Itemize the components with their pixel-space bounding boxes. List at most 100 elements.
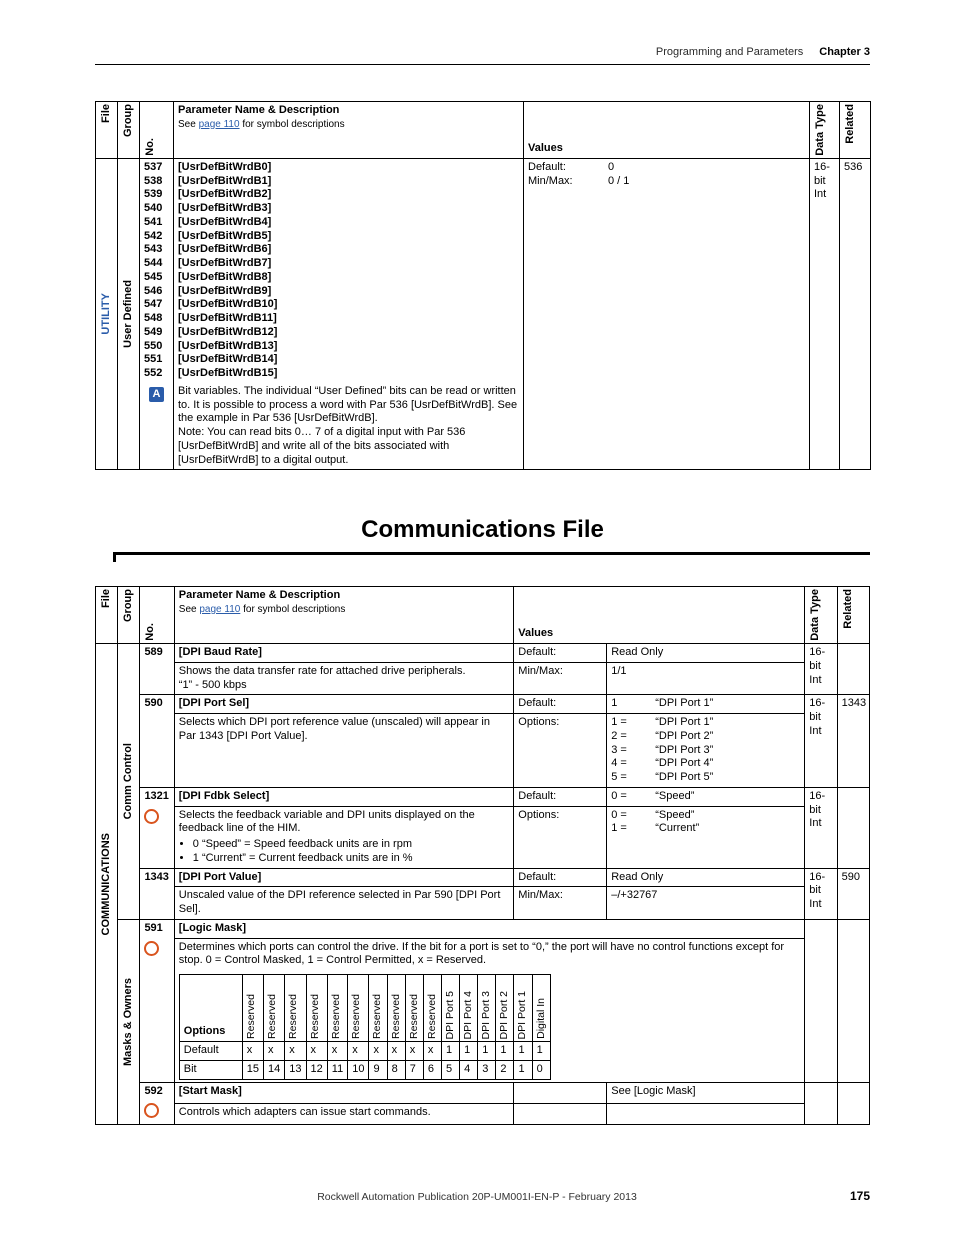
value-label: Default: [514,695,607,714]
param-related: 1343 [837,695,869,788]
param-no: 592 [140,1082,174,1125]
header-section: Programming and Parameters [656,46,803,58]
param-desc: Selects which DPI port reference value (… [174,714,514,788]
value: –/+32767 [607,887,805,920]
footer-publication: Rockwell Automation Publication 20P-UM00… [0,1191,954,1203]
table-row: 590 [DPI Port Sel] Default: 1“DPI Port 1… [96,695,870,714]
section-title: Communications File [95,516,870,544]
table-row: Determines which ports can control the d… [96,938,870,1082]
col-values: Values [514,587,805,644]
flag-o-icon [144,941,159,956]
table-row: COMMUNICATIONS Comm Control 589 [DPI Bau… [96,644,870,663]
param-datatype: 16-bit Int [805,787,837,868]
running-header: Programming and Parameters Chapter 3 [95,46,870,58]
table-row: 1343 [DPI Port Value] Default: Read Only… [96,868,870,887]
col-no: No. [140,102,174,159]
param-name: [DPI Baud Rate] [174,644,514,663]
col-values: Values [524,102,810,159]
col-file: File [96,587,118,644]
bits-table: Options ReservedReserved ReservedReserve… [179,974,551,1080]
table-row: UTILITY User Defined 537538539540 541542… [96,158,871,470]
param-desc: Controls which adapters can issue start … [174,1103,514,1124]
param-values: Default:0 Min/Max:0 / 1 [524,158,810,470]
table-row: Selects the feedback variable and DPI un… [96,806,870,868]
col-related: Related [840,102,871,159]
param-no: 1321 [140,787,174,868]
param-related [837,787,869,868]
param-desc: Determines which ports can control the d… [174,938,805,1082]
col-datatype: Data Type [805,587,837,644]
col-no: No. [140,587,174,644]
section-rule [95,552,870,562]
table-row: Masks & Owners 591 [Logic Mask] [96,919,870,938]
param-datatype: 16-bit Int [805,868,837,919]
file-label: UTILITY [100,293,114,335]
param-numbers: 537538539540 541542543544 545546547548 5… [140,158,174,470]
param-desc: Selects the feedback variable and DPI un… [174,806,514,868]
utility-table: File Group No. Parameter Name & Descript… [95,101,871,470]
value-label: Options: [514,714,607,788]
param-datatype: 16-bit Int [805,644,837,695]
value-label: Default: [514,644,607,663]
param-desc: Unscaled value of the DPI reference sele… [174,887,514,920]
value: Read Only [607,868,805,887]
param-name: [Logic Mask] [174,919,805,938]
param-datatype: 16-bit Int [805,695,837,788]
table-row: Controls which adapters can issue start … [96,1103,870,1124]
param-datatype [805,919,837,1082]
col-desc: Parameter Name & Description See page 11… [174,587,514,644]
param-name: [DPI Port Sel] [174,695,514,714]
param-related [837,1082,869,1125]
param-desc: [UsrDefBitWrdB0][UsrDefBitWrdB1][UsrDefB… [174,158,524,470]
value: 1 =“DPI Port 1” 2 =“DPI Port 2” 3 =“DPI … [607,714,805,788]
param-name: [DPI Fdbk Select] [174,787,514,806]
flag-a-icon: A [149,387,164,402]
header-chapter: Chapter 3 [819,46,870,58]
col-file: File [96,102,118,159]
value: 1“DPI Port 1” [607,695,805,714]
value: Read Only [607,644,805,663]
value: 0 =“Speed” [607,787,805,806]
value-label: Default: [514,787,607,806]
group-label: Masks & Owners [122,978,136,1066]
col-desc: Parameter Name & Description See page 11… [174,102,524,159]
param-name: [Start Mask] [174,1082,514,1103]
param-datatype: 16-bit Int [810,158,840,470]
file-label: COMMUNICATIONS [100,833,114,935]
param-related: 590 [837,868,869,919]
param-no: 589 [140,644,174,695]
value: 1/1 [607,662,805,695]
value-label: Default: [514,868,607,887]
page-number: 175 [850,1189,870,1203]
communications-table: File Group No. Parameter Name & Descript… [95,586,870,1125]
flag-o-icon [144,1103,159,1118]
table-row: Unscaled value of the DPI reference sele… [96,887,870,920]
page-link-110a[interactable]: page 110 [199,119,240,130]
param-no: 590 [140,695,174,788]
group-label: Comm Control [122,743,136,819]
param-related [837,919,869,1082]
table-row: 1321 [DPI Fdbk Select] Default: 0 =“Spee… [96,787,870,806]
page-link-110b[interactable]: page 110 [199,604,240,615]
col-related: Related [837,587,869,644]
param-related [837,644,869,695]
value: See [Logic Mask] [607,1082,805,1103]
value-label [514,1082,607,1103]
param-desc: Shows the data transfer rate for attache… [174,662,514,695]
param-datatype [805,1082,837,1125]
value: 0 =“Speed” 1 =“Current” [607,806,805,868]
param-no: 1343 [140,868,174,919]
param-related: 536 [840,158,871,470]
header-rule [95,64,870,65]
value-label: Min/Max: [514,662,607,695]
col-group: Group [118,102,140,159]
table-row: 592 [Start Mask] See [Logic Mask] [96,1082,870,1103]
value-label: Min/Max: [514,887,607,920]
group-label: User Defined [122,280,136,348]
col-datatype: Data Type [810,102,840,159]
table-row: Selects which DPI port reference value (… [96,714,870,788]
value-label: Options: [514,806,607,868]
param-no: 591 [140,919,174,1082]
table-row: Shows the data transfer rate for attache… [96,662,870,695]
col-group: Group [118,587,140,644]
